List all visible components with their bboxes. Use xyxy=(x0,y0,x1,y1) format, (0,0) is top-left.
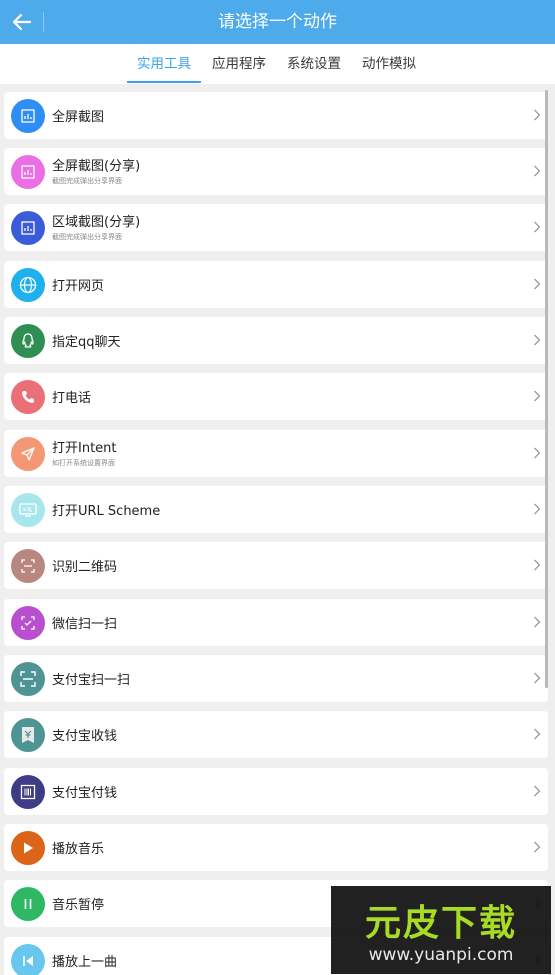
list-item[interactable]: 支付宝扫一扫 xyxy=(4,655,548,702)
list-item-label: 打开URL Scheme xyxy=(52,504,161,519)
chevron-right-icon xyxy=(534,278,541,290)
list-item[interactable]: 区域截图(分享) 截图完成弹出分享界面 xyxy=(4,204,548,251)
action-list[interactable]: 全屏截图 全屏截图(分享) 截图完成弹出分享界面 区域截图(分享) 截图完成弹出… xyxy=(0,84,555,975)
list-item-label: 指定qq聊天 xyxy=(52,335,121,350)
page-title: 请选择一个动作 xyxy=(218,12,337,32)
list-item-label: 打开Intent xyxy=(52,441,117,456)
list-item-label: 全屏截图 xyxy=(52,110,105,125)
tab-bar: 实用工具 应用程序 系统设置 动作模拟 xyxy=(0,44,555,84)
list-item-label: 识别二维码 xyxy=(52,560,118,575)
chevron-right-icon xyxy=(534,165,541,177)
list-item-label: 区域截图(分享) xyxy=(52,215,141,230)
qq-icon xyxy=(11,324,45,358)
tab-indicator xyxy=(127,81,201,83)
list-item[interactable]: 微信扫一扫 xyxy=(4,599,548,646)
chevron-right-icon xyxy=(534,728,541,740)
list-item[interactable]: 支付宝收钱 xyxy=(4,711,548,758)
list-item-subtitle: 截图完成弹出分享界面 xyxy=(52,233,122,241)
list-item-label: 打开网页 xyxy=(52,279,105,294)
alipay-receive-icon xyxy=(11,718,45,752)
phone-icon xyxy=(11,380,45,414)
chevron-right-icon xyxy=(534,841,541,853)
alipay-pay-icon xyxy=(11,775,45,809)
list-item-label: 音乐暂停 xyxy=(52,898,105,913)
chevron-right-icon xyxy=(534,503,541,515)
list-item[interactable]: 播放音乐 xyxy=(4,824,548,871)
list-item-label: 支付宝扫一扫 xyxy=(52,673,131,688)
chevron-right-icon xyxy=(534,672,541,684)
previous-track-icon xyxy=(11,944,45,975)
list-item[interactable]: 支付宝付钱 xyxy=(4,768,548,815)
region-screenshot-icon xyxy=(11,211,45,245)
list-item-label: 微信扫一扫 xyxy=(52,617,118,632)
chevron-right-icon xyxy=(534,616,541,628)
chevron-right-icon xyxy=(534,390,541,402)
url-icon xyxy=(11,493,45,527)
list-item[interactable]: 打开网页 xyxy=(4,261,548,308)
tab-system-settings[interactable]: 系统设置 xyxy=(278,44,350,84)
app-bar: 请选择一个动作 xyxy=(0,0,555,44)
screenshot-share-icon xyxy=(11,155,45,189)
list-item-subtitle: 截图完成弹出分享界面 xyxy=(52,177,122,185)
scrollbar[interactable] xyxy=(545,90,548,688)
list-item[interactable]: 全屏截图 xyxy=(4,92,548,139)
list-item-label: 打电话 xyxy=(52,391,92,406)
list-item-subtitle: 如打开系统设置界面 xyxy=(52,459,115,467)
list-item-label: 播放上一曲 xyxy=(52,955,118,970)
list-item-label: 全屏截图(分享) xyxy=(52,159,141,174)
chevron-right-icon xyxy=(534,109,541,121)
chevron-right-icon xyxy=(534,559,541,571)
chevron-right-icon xyxy=(534,785,541,797)
list-item[interactable]: 指定qq聊天 xyxy=(4,317,548,364)
send-icon xyxy=(11,437,45,471)
qr-scan-icon xyxy=(11,549,45,583)
watermark: 元皮下载 www.yuanpi.com xyxy=(331,886,551,974)
screenshot-icon xyxy=(11,99,45,133)
list-item-label: 支付宝付钱 xyxy=(52,786,118,801)
list-item[interactable]: 打开Intent 如打开系统设置界面 xyxy=(4,430,548,477)
tab-apps[interactable]: 应用程序 xyxy=(203,44,275,84)
play-icon xyxy=(11,831,45,865)
list-item-label: 播放音乐 xyxy=(52,842,105,857)
list-item[interactable]: 打开URL Scheme xyxy=(4,486,548,533)
wechat-scan-icon xyxy=(11,606,45,640)
chevron-right-icon xyxy=(534,334,541,346)
pause-icon xyxy=(11,887,45,921)
alipay-scan-icon xyxy=(11,662,45,696)
list-item[interactable]: 打电话 xyxy=(4,373,548,420)
chevron-right-icon xyxy=(534,447,541,459)
chevron-right-icon xyxy=(534,221,541,233)
list-item-label: 支付宝收钱 xyxy=(52,729,118,744)
watermark-url: www.yuanpi.com xyxy=(368,945,514,965)
globe-icon xyxy=(11,268,45,302)
tab-tools[interactable]: 实用工具 xyxy=(127,44,201,84)
list-item[interactable]: 全屏截图(分享) 截图完成弹出分享界面 xyxy=(4,148,548,195)
tab-action-simulation[interactable]: 动作模拟 xyxy=(353,44,425,84)
list-item[interactable]: 识别二维码 xyxy=(4,542,548,589)
watermark-logo: 元皮下载 xyxy=(364,902,517,944)
